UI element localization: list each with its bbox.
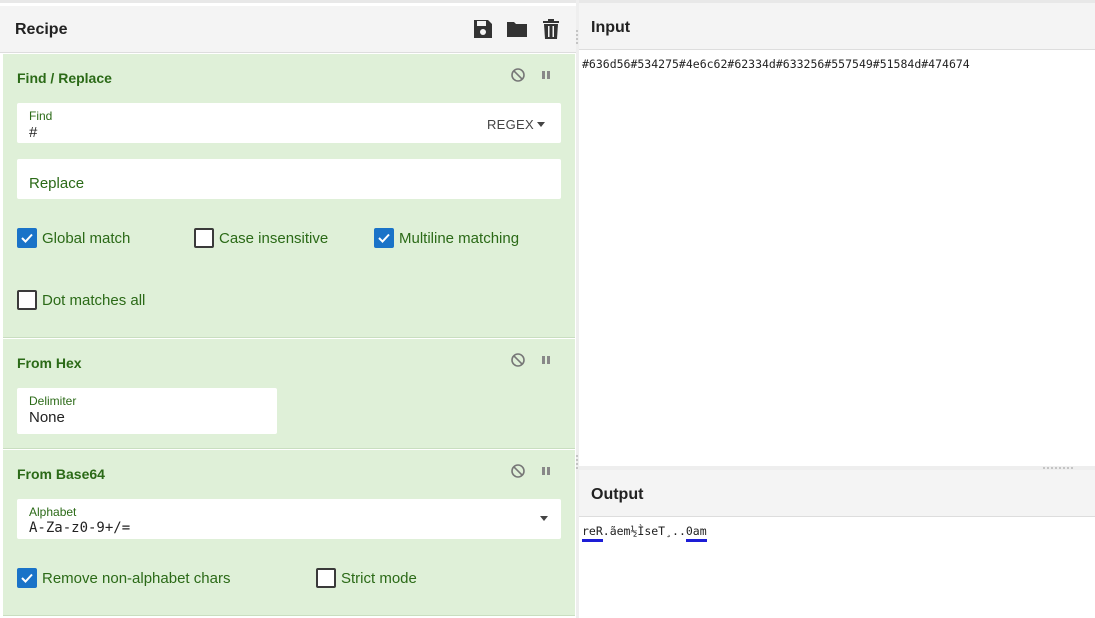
replace-placeholder: Replace (29, 175, 85, 192)
input-header: Input (579, 3, 1095, 50)
output-title: Output (591, 486, 644, 503)
splitter-grip[interactable] (1043, 467, 1073, 469)
delimiter-label: Delimiter (29, 394, 77, 408)
dot-matches-all-checkbox[interactable]: Dot matches all (17, 289, 145, 311)
splitter-grip[interactable] (576, 30, 578, 44)
recipe-title: Recipe (15, 21, 68, 38)
output-highlight: 0am (685, 524, 707, 542)
caret-down-icon (537, 122, 545, 128)
checkbox-unchecked-icon (17, 290, 37, 310)
output-text[interactable]: reR.ãem½ÌseT¸..0am (582, 524, 707, 542)
strict-mode-checkbox[interactable]: Strict mode (316, 567, 417, 589)
trash-icon[interactable] (540, 18, 562, 40)
cyberchef-app: Recipe Find / Replace Find # REGEX Repla… (0, 0, 1095, 618)
input-textarea[interactable]: #636d56#534275#4e6c62#62334d#633256#5575… (582, 57, 970, 71)
recipe-panel: Recipe Find / Replace Find # REGEX Repla… (0, 0, 576, 618)
from-base64-title: From Base64 (17, 466, 105, 482)
checkbox-unchecked-icon (316, 568, 336, 588)
from-hex-operation: From Hex Delimiter None (3, 339, 575, 449)
alphabet-label: Alphabet (29, 505, 77, 519)
save-icon[interactable] (472, 18, 494, 40)
delimiter-value: None (29, 409, 65, 426)
caret-down-icon (540, 516, 548, 521)
from-base64-operation: From Base64 Alphabet A-Za-z0-9+/= Remove… (3, 450, 575, 616)
delimiter-select[interactable]: Delimiter None (17, 388, 277, 434)
disable-icon[interactable] (510, 463, 526, 479)
global-match-label: Global match (42, 229, 131, 247)
regex-label: REGEX (486, 117, 534, 132)
disable-icon[interactable] (510, 67, 526, 83)
multiline-matching-label: Multiline matching (399, 229, 520, 247)
from-hex-title: From Hex (17, 355, 82, 371)
alphabet-value: A-Za-z0-9+/= (29, 520, 131, 536)
splitter-grip[interactable] (576, 455, 578, 469)
pause-icon[interactable] (538, 67, 554, 83)
find-label: Find (29, 109, 53, 123)
alphabet-select[interactable]: Alphabet A-Za-z0-9+/= (17, 499, 561, 539)
input-panel: Input #636d56#534275#4e6c62#62334d#63325… (579, 0, 1095, 466)
disable-icon[interactable] (510, 352, 526, 368)
multiline-matching-checkbox[interactable]: Multiline matching (374, 227, 519, 249)
recipe-header: Recipe (0, 6, 576, 53)
checkbox-checked-icon (17, 568, 37, 588)
dot-matches-all-label: Dot matches all (42, 291, 146, 309)
regex-dropdown[interactable]: REGEX (487, 117, 545, 132)
replace-field[interactable]: Replace (17, 159, 561, 199)
output-highlight: reR (582, 524, 603, 542)
find-replace-title: Find / Replace (17, 70, 112, 86)
pause-icon[interactable] (538, 463, 554, 479)
remove-non-alphabet-label: Remove non-alphabet chars (42, 569, 231, 587)
output-header: Output (579, 470, 1095, 517)
find-value: # (29, 124, 38, 141)
input-title: Input (591, 19, 631, 36)
find-replace-operation: Find / Replace Find # REGEX Replace Glob… (3, 54, 575, 338)
pause-icon[interactable] (538, 352, 554, 368)
find-field[interactable]: Find # REGEX (17, 103, 561, 143)
output-segment: .ãem½ÌseT¸.. (602, 524, 686, 538)
global-match-checkbox[interactable]: Global match (17, 227, 130, 249)
strict-mode-label: Strict mode (341, 569, 417, 587)
checkbox-unchecked-icon (194, 228, 214, 248)
case-insensitive-checkbox[interactable]: Case insensitive (194, 227, 328, 249)
checkbox-checked-icon (374, 228, 394, 248)
output-panel: Output reR.ãem½ÌseT¸..0am (579, 470, 1095, 618)
checkbox-checked-icon (17, 228, 37, 248)
case-insensitive-label: Case insensitive (219, 229, 329, 247)
remove-non-alphabet-checkbox[interactable]: Remove non-alphabet chars (17, 567, 230, 589)
folder-icon[interactable] (506, 18, 528, 40)
